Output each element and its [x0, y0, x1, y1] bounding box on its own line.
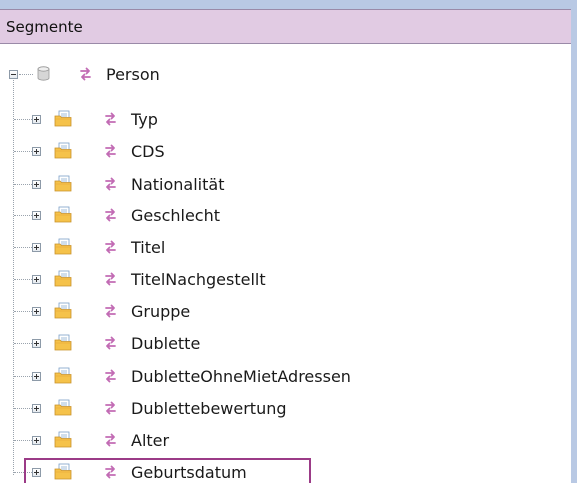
folder-document-icon	[54, 110, 72, 127]
tree-node-segment[interactable]: DubletteOhneMietAdressen	[0, 362, 571, 390]
window-right-border	[571, 9, 577, 483]
tree-node-segment[interactable]: Geschlecht	[0, 201, 571, 229]
tree-node-segment[interactable]: CDS	[0, 137, 571, 165]
tree-node-label: CDS	[131, 142, 165, 161]
tree-node-segment[interactable]: Alter	[0, 426, 571, 454]
tree-node-label: Dublette	[131, 334, 201, 353]
tree-node-root[interactable]: Person	[0, 60, 571, 88]
folder-document-icon	[54, 175, 72, 192]
segment-arrows-icon	[105, 208, 116, 222]
tree-node-label: Gruppe	[131, 302, 191, 321]
tree-node-segment[interactable]: Typ	[0, 105, 571, 133]
tree-node-segment[interactable]: TitelNachgestellt	[0, 265, 571, 293]
collapse-toggle-icon[interactable]	[9, 70, 18, 79]
expand-toggle-icon[interactable]	[32, 243, 41, 252]
folder-document-icon	[54, 206, 72, 223]
folder-document-icon	[54, 431, 72, 448]
folder-document-icon	[54, 367, 72, 384]
tree-node-label: Person	[106, 65, 160, 84]
database-icon	[37, 66, 50, 81]
segment-arrows-icon	[105, 240, 116, 254]
segment-arrows-icon	[105, 401, 116, 415]
tree-node-label: Alter	[131, 431, 170, 450]
segment-tree-panel: Segmente Person Typ CDS Nationalität Ges…	[0, 0, 577, 483]
expand-toggle-icon[interactable]	[32, 404, 41, 413]
tree-node-label: Titel	[131, 238, 166, 257]
tree-node-label: TitelNachgestellt	[131, 270, 266, 289]
segment-arrows-icon	[105, 272, 116, 286]
tree-node-label: DubletteOhneMietAdressen	[131, 367, 351, 386]
expand-toggle-icon[interactable]	[32, 307, 41, 316]
tree-node-segment[interactable]: Dublettebewertung	[0, 394, 571, 422]
selection-highlight-box	[24, 458, 311, 483]
segment-arrows-icon	[105, 336, 116, 350]
panel-title: Segmente	[6, 18, 83, 36]
tree-node-segment[interactable]: Dublette	[0, 329, 571, 357]
tree-node-label: Dublettebewertung	[131, 399, 287, 418]
expand-toggle-icon[interactable]	[32, 275, 41, 284]
folder-document-icon	[54, 270, 72, 287]
segment-arrows-icon	[105, 304, 116, 318]
tree-node-label: Typ	[131, 110, 158, 129]
tree-node-segment[interactable]: Gruppe	[0, 297, 571, 325]
segment-arrows-icon	[105, 369, 116, 383]
expand-toggle-icon[interactable]	[32, 147, 41, 156]
tree-node-segment[interactable]: Titel	[0, 233, 571, 261]
tree-dots	[19, 74, 33, 76]
segment-tree[interactable]: Person Typ CDS Nationalität Geschlecht T…	[0, 44, 571, 483]
tree-node-label: Geschlecht	[131, 206, 221, 225]
segment-arrows-icon	[105, 144, 116, 158]
folder-document-icon	[54, 334, 72, 351]
tree-node-segment[interactable]: Nationalität	[0, 170, 571, 198]
folder-document-icon	[54, 142, 72, 159]
expand-toggle-icon[interactable]	[32, 339, 41, 348]
panel-header: Segmente	[0, 9, 571, 44]
expand-toggle-icon[interactable]	[32, 211, 41, 220]
expand-toggle-icon[interactable]	[32, 180, 41, 189]
segment-arrows-icon	[105, 112, 116, 126]
segment-arrows-icon	[80, 67, 91, 81]
expand-toggle-icon[interactable]	[32, 372, 41, 381]
segment-arrows-icon	[105, 177, 116, 191]
folder-document-icon	[54, 238, 72, 255]
expand-toggle-icon[interactable]	[32, 115, 41, 124]
folder-document-icon	[54, 302, 72, 319]
segment-arrows-icon	[105, 433, 116, 447]
folder-document-icon	[54, 399, 72, 416]
expand-toggle-icon[interactable]	[32, 436, 41, 445]
window-top-strip	[0, 0, 577, 9]
tree-node-label: Nationalität	[131, 175, 225, 194]
